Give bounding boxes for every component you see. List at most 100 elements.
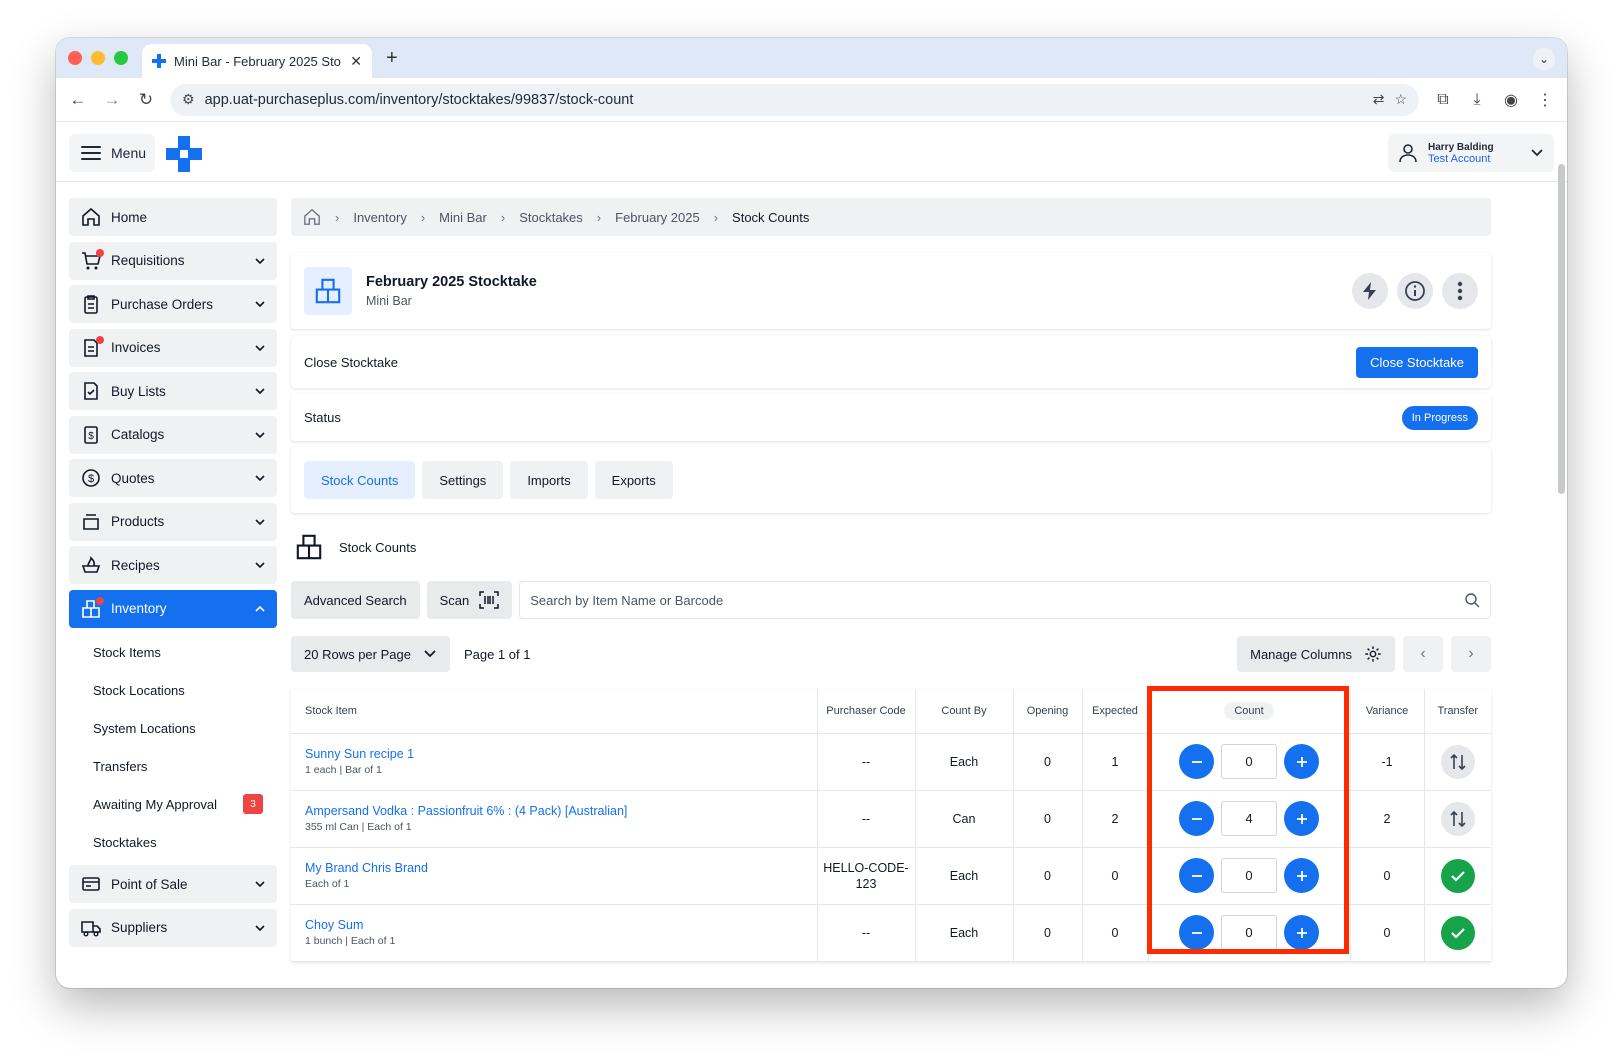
- browser-tab[interactable]: Mini Bar - February 2025 Sto ✕: [142, 44, 372, 78]
- url-bar[interactable]: ⚙ app.uat-purchaseplus.com/inventory/sto…: [170, 83, 1419, 116]
- browser-menu-icon[interactable]: ⋮: [1535, 90, 1555, 110]
- sidebar-sub-stock-items[interactable]: Stock Items: [69, 633, 277, 671]
- forward-icon[interactable]: →: [102, 90, 122, 110]
- sidebar-item-label: Point of Sale: [111, 876, 188, 892]
- sidebar-sub-awaiting-approval[interactable]: Awaiting My Approval 3: [69, 785, 277, 823]
- profile-icon[interactable]: ◉: [1501, 90, 1521, 110]
- col-stock-item[interactable]: Stock Item: [291, 689, 818, 734]
- count-input[interactable]: 0: [1221, 858, 1277, 893]
- bookmark-star-icon[interactable]: ☆: [1394, 91, 1407, 108]
- stock-item-link[interactable]: Choy Sum: [305, 918, 817, 932]
- user-menu[interactable]: Harry Balding Test Account: [1388, 134, 1554, 172]
- sidebar-sub-stocktakes[interactable]: Stocktakes: [69, 823, 277, 861]
- col-variance[interactable]: Variance: [1350, 689, 1425, 734]
- tab-imports[interactable]: Imports: [510, 461, 588, 499]
- table-row: Choy Sum 1 bunch | Each of 1 -- Each 0 0 …: [291, 904, 1491, 962]
- menu-button[interactable]: Menu: [69, 134, 155, 172]
- opening: 0: [1013, 904, 1083, 962]
- breadcrumb-mini-bar[interactable]: Mini Bar: [439, 210, 487, 225]
- increment-button[interactable]: [1284, 915, 1319, 950]
- transfer-button[interactable]: [1440, 801, 1475, 836]
- next-page-button[interactable]: ›: [1451, 636, 1491, 672]
- site-info-icon[interactable]: ⚙: [182, 91, 195, 108]
- sidebar-item-suppliers[interactable]: Suppliers: [69, 908, 277, 947]
- more-options-button[interactable]: [1442, 273, 1478, 309]
- transfer-arrows-icon: [1450, 753, 1466, 770]
- decrement-button[interactable]: [1179, 801, 1214, 836]
- sidebar-item-quotes[interactable]: $ Quotes: [69, 459, 277, 497]
- lightning-button[interactable]: [1352, 273, 1388, 309]
- col-opening[interactable]: Opening: [1013, 689, 1083, 734]
- advanced-search-button[interactable]: Advanced Search: [291, 581, 420, 619]
- decrement-button[interactable]: [1179, 858, 1214, 893]
- breadcrumb-inventory[interactable]: Inventory: [353, 210, 406, 225]
- close-window-button[interactable]: [68, 51, 82, 65]
- reload-icon[interactable]: ↻: [136, 90, 156, 110]
- sidebar-item-inventory[interactable]: Inventory: [69, 589, 277, 628]
- col-expected[interactable]: Expected: [1082, 689, 1149, 734]
- transfer-button[interactable]: [1440, 744, 1475, 779]
- chevron-right-icon: ›: [1468, 645, 1474, 662]
- chevron-up-icon: [255, 605, 265, 612]
- info-icon: [1405, 281, 1425, 301]
- breadcrumb-february-2025[interactable]: February 2025: [615, 210, 700, 225]
- sidebar-item-recipes[interactable]: Recipes: [69, 546, 277, 584]
- col-purchaser-code[interactable]: Purchaser Code: [817, 689, 916, 734]
- tab-exports[interactable]: Exports: [594, 461, 673, 499]
- sidebar-item-catalogs[interactable]: $ Catalogs: [69, 415, 277, 454]
- count-input[interactable]: 0: [1221, 744, 1277, 779]
- sidebar-item-home[interactable]: Home: [69, 198, 277, 236]
- sidebar-item-requisitions[interactable]: Requisitions: [69, 241, 277, 280]
- transfer-complete-button[interactable]: [1440, 915, 1475, 950]
- col-count-by[interactable]: Count By: [915, 689, 1014, 734]
- count-input[interactable]: 0: [1221, 915, 1277, 950]
- stock-item-link[interactable]: Ampersand Vodka : Passionfruit 6% : (4 P…: [305, 804, 817, 818]
- home-icon[interactable]: [303, 208, 321, 226]
- translate-icon[interactable]: ⇄: [1373, 91, 1385, 108]
- download-icon[interactable]: ⤓: [1467, 91, 1487, 109]
- prev-page-button[interactable]: ‹: [1403, 636, 1443, 672]
- extensions-icon[interactable]: ⧉: [1433, 91, 1453, 109]
- transfer-complete-button[interactable]: [1440, 858, 1475, 893]
- sidebar-item-buy-lists[interactable]: Buy Lists: [69, 372, 277, 410]
- back-icon[interactable]: ←: [68, 90, 88, 110]
- sidebar-sub-transfers[interactable]: Transfers: [69, 747, 277, 785]
- info-button[interactable]: [1397, 273, 1433, 309]
- scan-button[interactable]: Scan: [426, 581, 513, 619]
- sidebar-sub-system-locations[interactable]: System Locations: [69, 709, 277, 747]
- gear-icon: [1365, 646, 1381, 662]
- manage-columns-button[interactable]: Manage Columns: [1237, 636, 1395, 672]
- sidebar-item-point-of-sale[interactable]: Point of Sale: [69, 865, 277, 903]
- stock-item-link[interactable]: My Brand Chris Brand: [305, 861, 817, 875]
- close-stocktake-button[interactable]: Close Stocktake: [1356, 346, 1478, 378]
- tab-stock-counts[interactable]: Stock Counts: [304, 461, 416, 499]
- sidebar-item-products[interactable]: Products: [69, 502, 277, 541]
- increment-button[interactable]: [1284, 801, 1319, 836]
- search-icon[interactable]: [1464, 592, 1480, 608]
- increment-button[interactable]: [1284, 858, 1319, 893]
- count-input[interactable]: 4: [1221, 801, 1277, 836]
- new-tab-icon[interactable]: +: [386, 47, 398, 70]
- col-transfer[interactable]: Transfer: [1424, 689, 1491, 734]
- search-input[interactable]: Search by Item Name or Barcode: [519, 581, 1491, 619]
- decrement-button[interactable]: [1179, 744, 1214, 779]
- increment-button[interactable]: [1284, 744, 1319, 779]
- minimize-window-button[interactable]: [91, 51, 105, 65]
- stock-item-link[interactable]: Sunny Sun recipe 1: [305, 747, 817, 761]
- purchaseplus-logo[interactable]: [166, 136, 202, 172]
- plus-icon: [1296, 813, 1307, 824]
- col-count[interactable]: Count: [1148, 689, 1351, 734]
- sidebar-sub-stock-locations[interactable]: Stock Locations: [69, 671, 277, 709]
- rows-per-page-select[interactable]: 20 Rows per Page: [291, 636, 450, 672]
- count-by: Each: [915, 847, 1014, 905]
- zoom-window-button[interactable]: [114, 51, 128, 65]
- tab-settings[interactable]: Settings: [422, 461, 504, 499]
- page-scrollbar[interactable]: [1558, 164, 1565, 494]
- sidebar-item-purchase-orders[interactable]: Purchase Orders: [69, 285, 277, 323]
- decrement-button[interactable]: [1179, 915, 1214, 950]
- close-tab-icon[interactable]: ✕: [350, 53, 362, 70]
- tab-search-icon[interactable]: ⌄: [1533, 48, 1555, 70]
- breadcrumb-stocktakes[interactable]: Stocktakes: [519, 210, 583, 225]
- url-path: /inventory/stocktakes/99837/stock-count: [375, 91, 634, 108]
- sidebar-item-invoices[interactable]: Invoices: [69, 328, 277, 367]
